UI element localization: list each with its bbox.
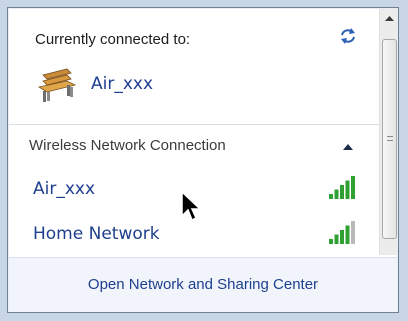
- chevron-up-icon[interactable]: [342, 143, 354, 151]
- mouse-pointer-icon: [181, 191, 202, 222]
- scrollbar-thumb[interactable]: [382, 39, 397, 239]
- signal-bar: [340, 185, 344, 199]
- signal-bar: [329, 239, 333, 244]
- scrollbar-grip: [387, 136, 393, 141]
- current-network-name: Air_xxx: [91, 74, 154, 94]
- current-connection-label: Currently connected to:: [35, 31, 191, 48]
- signal-bar: [345, 225, 350, 244]
- flyout-footer: Open Network and Sharing Center: [9, 257, 397, 312]
- bench-icon: [37, 68, 77, 102]
- network-name: Air_xxx: [33, 179, 96, 199]
- signal-bar: [340, 230, 344, 244]
- network-list-panel: Currently connected to: Air_xxx Wireless…: [9, 9, 379, 255]
- signal-bar: [351, 176, 355, 199]
- signal-bar: [345, 180, 350, 199]
- wireless-section-title: Wireless Network Connection: [29, 137, 226, 154]
- signal-strength-icon: [329, 221, 355, 244]
- open-network-sharing-center-link[interactable]: Open Network and Sharing Center: [9, 258, 397, 313]
- current-connection-section: Currently connected to: Air_xxx: [9, 9, 379, 121]
- vertical-scrollbar[interactable]: [379, 9, 398, 255]
- signal-bar: [334, 189, 339, 199]
- network-name: Home Network: [33, 224, 160, 244]
- signal-bar: [334, 234, 339, 244]
- scroll-up-arrow-icon[interactable]: [381, 9, 398, 29]
- refresh-icon[interactable]: [339, 27, 357, 45]
- signal-strength-icon: [329, 176, 355, 199]
- signal-bar: [351, 221, 355, 244]
- wireless-section-header[interactable]: Wireless Network Connection: [9, 125, 379, 165]
- signal-bar: [329, 194, 333, 199]
- network-flyout: Currently connected to: Air_xxx Wireless…: [7, 7, 399, 313]
